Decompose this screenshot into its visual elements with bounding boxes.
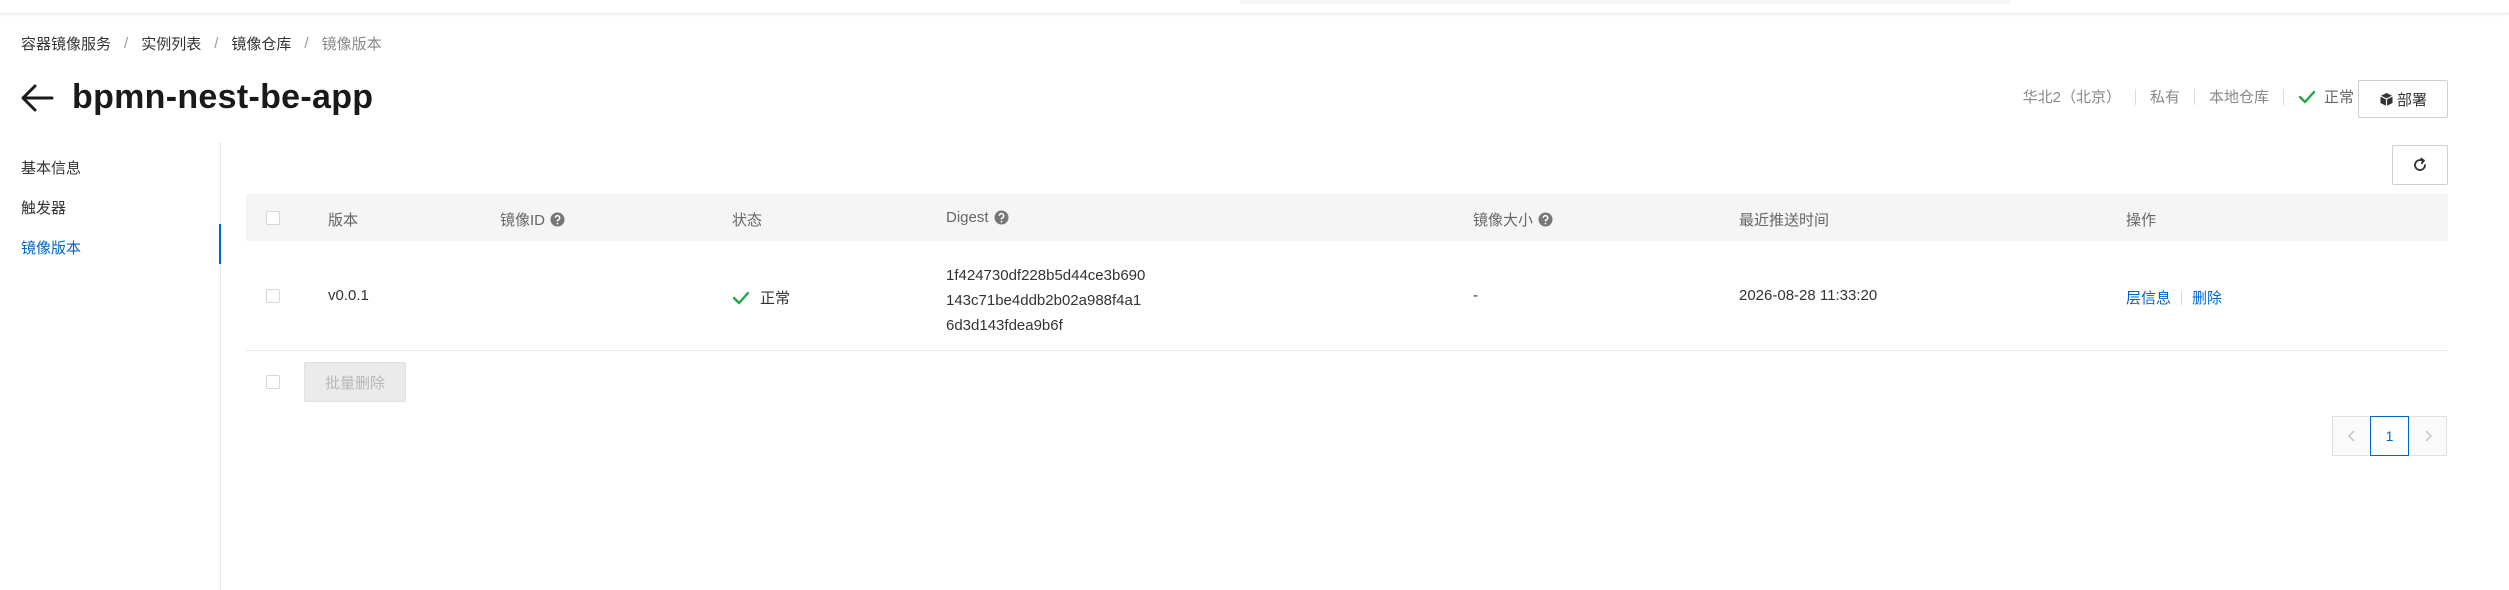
chevron-left-icon xyxy=(2347,430,2355,442)
cell-size: - xyxy=(1473,287,1478,304)
back-arrow-icon[interactable] xyxy=(20,83,54,113)
side-navigation: 基本信息 触发器 镜像版本 xyxy=(0,142,221,590)
action-divider xyxy=(2181,290,2183,305)
table-header: 版本 镜像ID 状态 Digest 镜像大小 最近推送时间 操作 xyxy=(246,194,2448,241)
column-header-actions-label: 操作 xyxy=(2126,212,2157,229)
top-nav-shadow xyxy=(1240,0,2010,4)
repository-status: 正常 xyxy=(2298,86,2354,107)
cell-actions: 层信息 删除 xyxy=(2126,287,2222,308)
cube-icon xyxy=(2380,92,2393,106)
sidebar-active-indicator xyxy=(219,224,221,264)
breadcrumb: 容器镜像服务 / 实例列表 / 镜像仓库 / 镜像版本 xyxy=(21,33,382,54)
repository-meta: 华北2（北京） 私有 本地仓库 正常 xyxy=(2023,86,2354,107)
breadcrumb-item-current: 镜像版本 xyxy=(321,36,382,53)
cell-digest: 1f424730df228b5d44ce3b690 143c71be4ddb2b… xyxy=(946,263,1145,338)
page-number-button[interactable]: 1 xyxy=(2370,416,2409,456)
deploy-button[interactable]: 部署 xyxy=(2358,80,2448,118)
column-header-size-label: 镜像大小 xyxy=(1473,212,1534,229)
refresh-button[interactable] xyxy=(2392,145,2448,185)
batch-delete-button[interactable]: 批量删除 xyxy=(304,362,406,402)
image-versions-table: 版本 镜像ID 状态 Digest 镜像大小 最近推送时间 操作 v0.0.1 … xyxy=(246,194,2448,411)
cell-status: 正常 xyxy=(732,287,790,308)
meta-divider xyxy=(2282,88,2284,105)
batch-select-checkbox[interactable] xyxy=(266,375,280,389)
prev-page-button[interactable] xyxy=(2332,416,2371,456)
page-title: bpmn-nest-be-app xyxy=(72,78,374,116)
sidebar-item-image-versions[interactable]: 镜像版本 xyxy=(21,237,81,258)
column-header-image-id-label: 镜像ID xyxy=(500,212,546,229)
batch-actions-bar: 批量删除 xyxy=(246,351,2448,411)
cell-version: v0.0.1 xyxy=(328,287,369,304)
help-icon[interactable] xyxy=(994,210,1009,225)
digest-line: 143c71be4ddb2b02a988f4a1 xyxy=(946,292,1142,309)
top-nav-bar xyxy=(0,0,2509,14)
select-all-checkbox[interactable] xyxy=(266,211,280,225)
digest-line: 1f424730df228b5d44ce3b690 xyxy=(946,267,1146,284)
page-header: bpmn-nest-be-app xyxy=(20,78,373,117)
row-checkbox[interactable] xyxy=(266,289,280,303)
column-header-status: 状态 xyxy=(732,209,762,230)
breadcrumb-separator: / xyxy=(214,35,219,52)
chevron-right-icon xyxy=(2424,430,2432,442)
column-header-version-label: 版本 xyxy=(328,212,359,229)
column-header-image-id: 镜像ID xyxy=(500,209,565,230)
breadcrumb-item-repositories[interactable]: 镜像仓库 xyxy=(231,33,291,54)
column-header-size: 镜像大小 xyxy=(1473,209,1553,230)
column-header-status-label: 状态 xyxy=(732,212,763,229)
digest-line: 6d3d143fdea9b6f xyxy=(946,317,1063,334)
column-header-pushed-at-label: 最近推送时间 xyxy=(1739,212,1830,229)
breadcrumb-separator: / xyxy=(124,35,129,52)
meta-divider xyxy=(2193,88,2195,105)
layer-info-link[interactable]: 层信息 xyxy=(2126,287,2171,308)
refresh-icon xyxy=(2414,157,2426,171)
visibility-label: 私有 xyxy=(2149,89,2180,106)
next-page-button[interactable] xyxy=(2408,416,2447,456)
pagination: 1 xyxy=(2332,416,2447,456)
breadcrumb-item-instances[interactable]: 实例列表 xyxy=(141,33,201,54)
column-header-digest: Digest xyxy=(946,209,1009,226)
cell-status-text: 正常 xyxy=(760,290,791,307)
source-label: 本地仓库 xyxy=(2208,89,2269,106)
column-header-version: 版本 xyxy=(328,209,358,230)
sidebar-item-basic-info[interactable]: 基本信息 xyxy=(21,157,81,178)
check-icon xyxy=(732,291,750,304)
breadcrumb-separator: / xyxy=(304,35,309,52)
column-header-actions: 操作 xyxy=(2126,209,2156,230)
region-label: 华北2（北京） xyxy=(2022,89,2121,106)
help-icon[interactable] xyxy=(550,212,565,227)
deploy-button-label: 部署 xyxy=(2396,91,2427,109)
delete-link[interactable]: 删除 xyxy=(2192,287,2222,308)
repository-status-text: 正常 xyxy=(2323,89,2354,106)
table-row: v0.0.1 正常 1f424730df228b5d44ce3b690 143c… xyxy=(246,241,2448,351)
cell-pushed-at: 2026-08-28 11:33:20 xyxy=(1739,287,1878,304)
sidebar-item-triggers[interactable]: 触发器 xyxy=(21,197,66,218)
check-icon xyxy=(2298,90,2316,103)
breadcrumb-item-container-registry[interactable]: 容器镜像服务 xyxy=(21,33,111,54)
help-icon[interactable] xyxy=(1538,212,1553,227)
meta-divider xyxy=(2134,88,2136,105)
column-header-digest-label: Digest xyxy=(946,209,989,226)
column-header-pushed-at: 最近推送时间 xyxy=(1739,209,1829,230)
